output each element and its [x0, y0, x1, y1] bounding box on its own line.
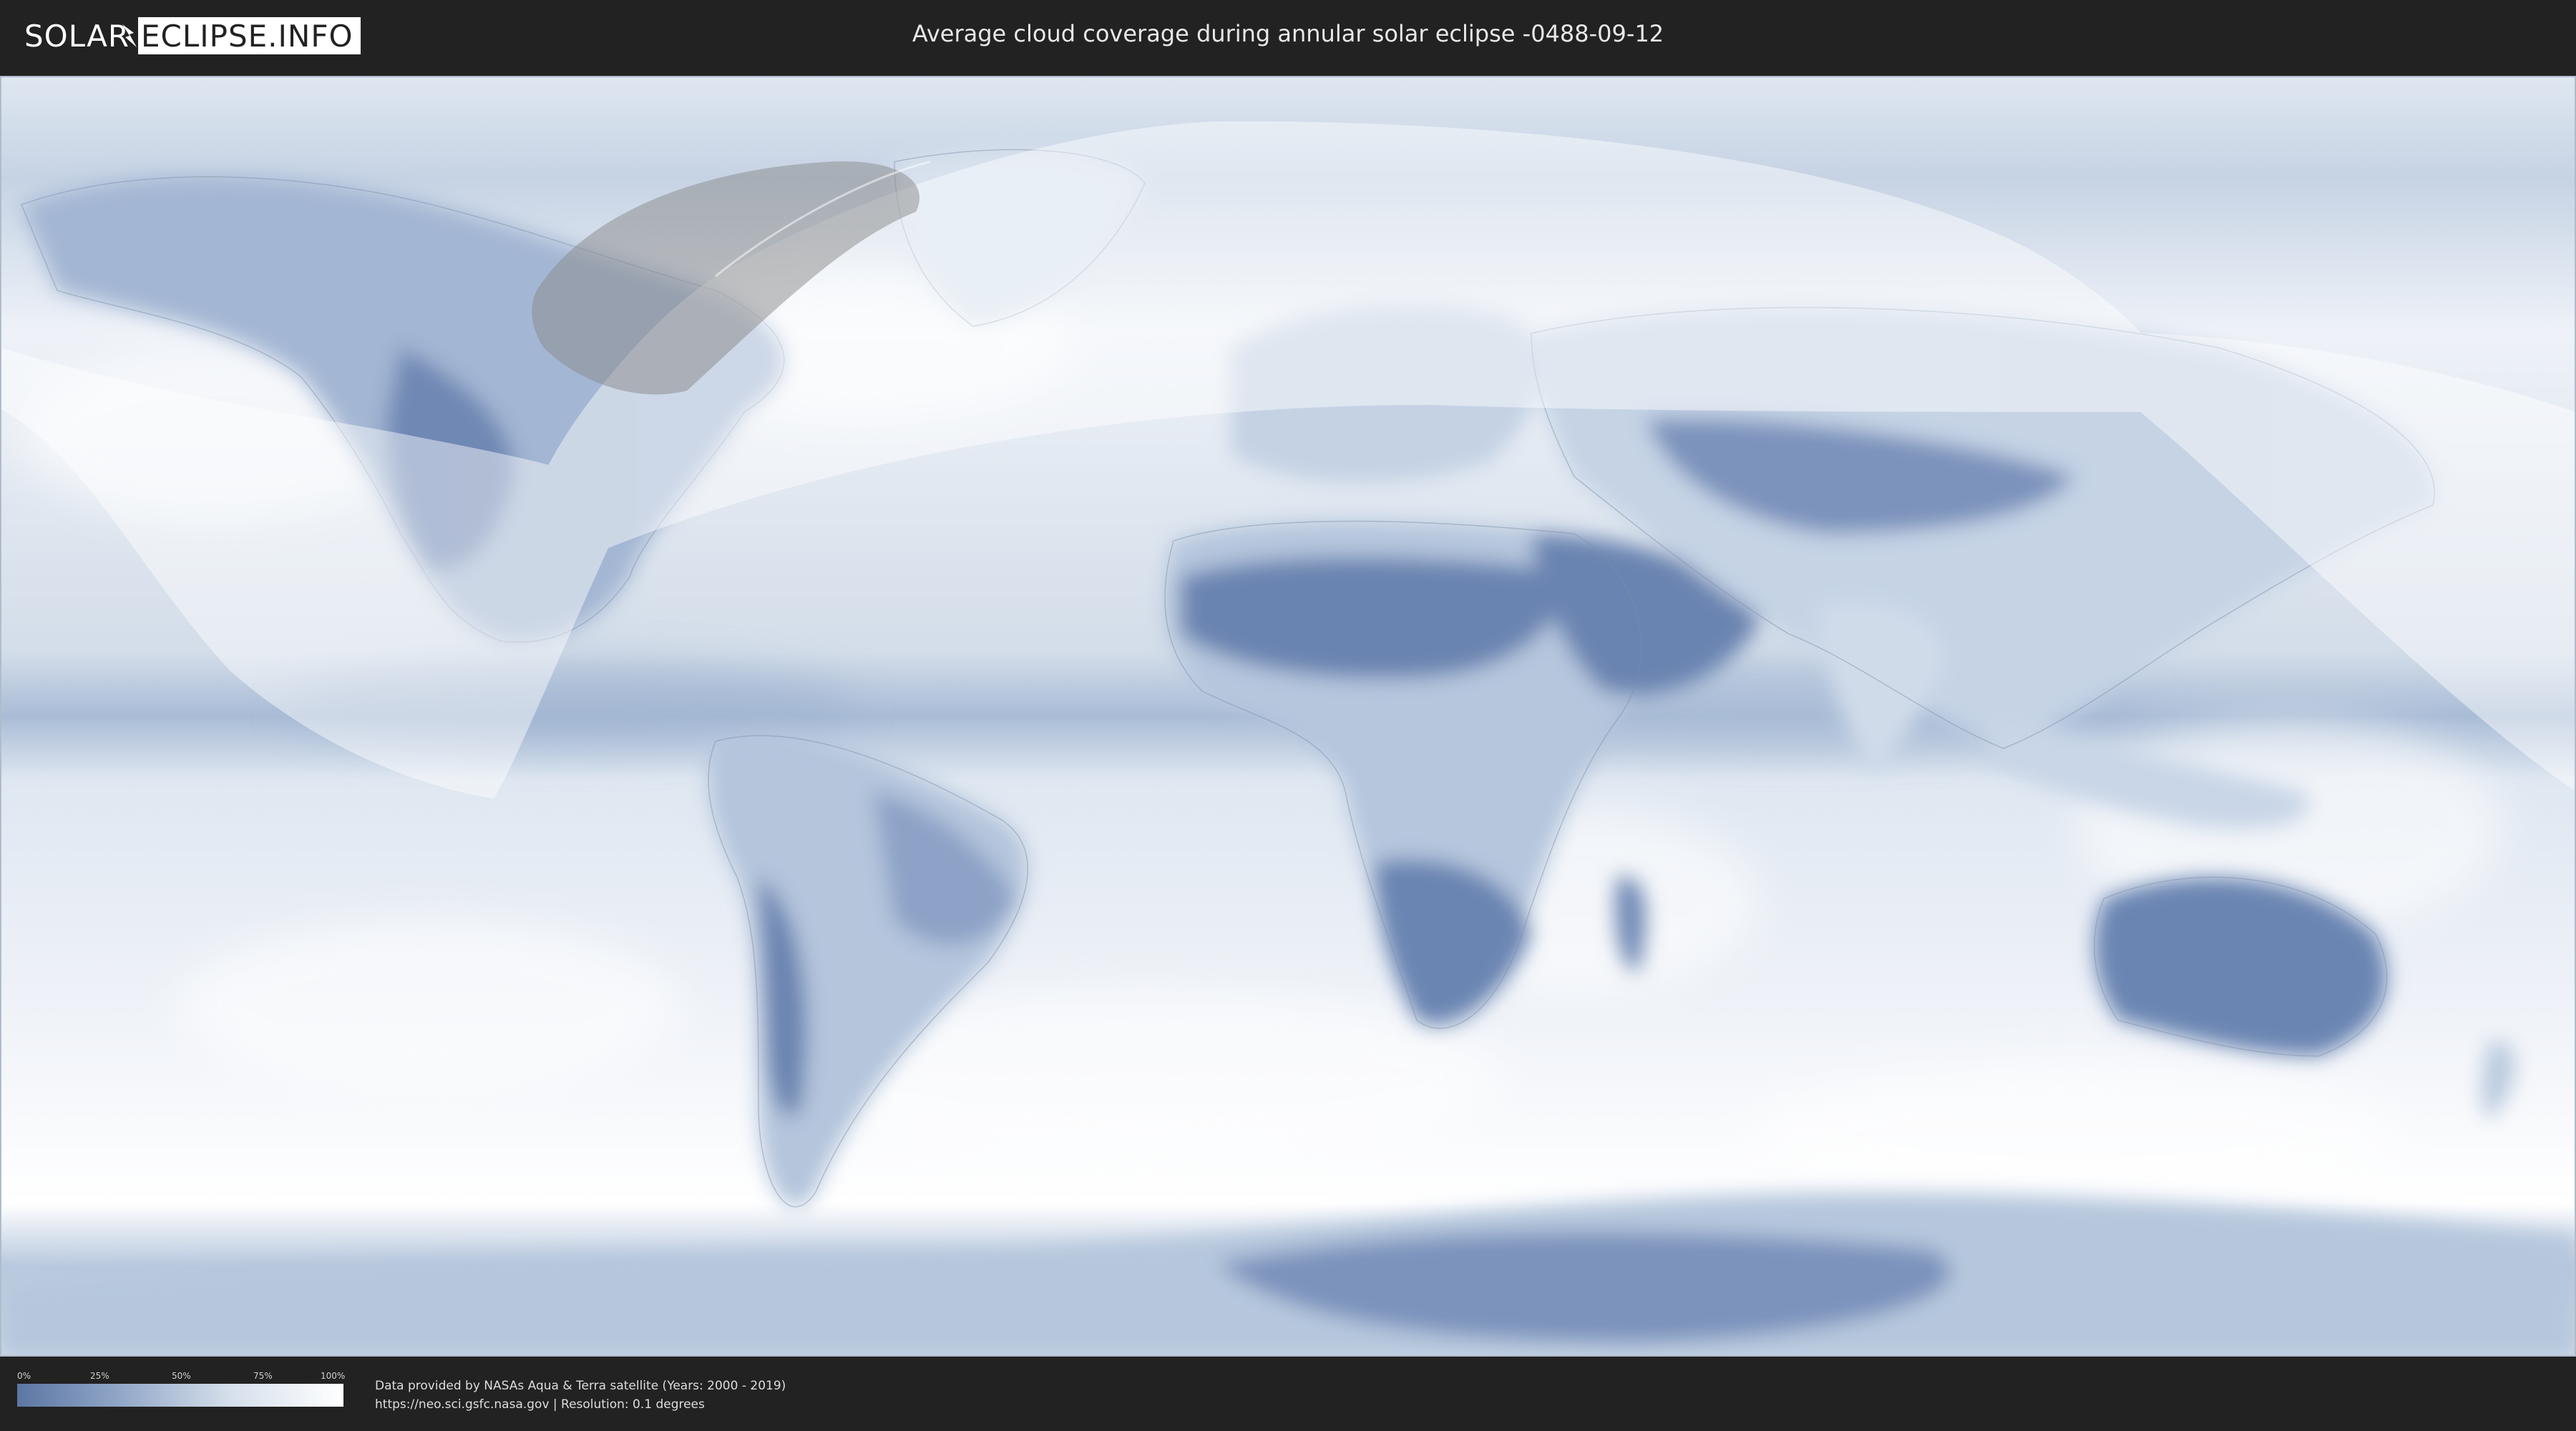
legend-tick: 0%	[17, 1371, 31, 1381]
header-bar: SOLAR ECLIPSE.INFO Average cloud coverag…	[0, 0, 2576, 72]
cloud-coverage-map[interactable]	[0, 76, 2576, 1357]
footer-bar: 0% 25% 50% 75% 100% Data provided by NAS…	[0, 1357, 2576, 1431]
data-credits: Data provided by NASAs Aqua & Terra sate…	[375, 1377, 786, 1414]
credits-line-url[interactable]: https://neo.sci.gsfc.nasa.gov | Resoluti…	[375, 1395, 786, 1414]
legend-color-bar	[17, 1384, 343, 1407]
legend-ticks: 0% 25% 50% 75% 100%	[17, 1371, 346, 1384]
world-map-svg	[0, 76, 2576, 1357]
legend-tick: 25%	[90, 1371, 109, 1381]
legend-tick: 75%	[253, 1371, 273, 1381]
legend-tick: 50%	[172, 1371, 191, 1381]
cloud-coverage-legend: 0% 25% 50% 75% 100%	[17, 1371, 346, 1407]
credits-line-source: Data provided by NASAs Aqua & Terra sate…	[375, 1379, 786, 1393]
page-title: Average cloud coverage during annular so…	[912, 20, 1664, 47]
legend-tick: 100%	[321, 1371, 346, 1381]
